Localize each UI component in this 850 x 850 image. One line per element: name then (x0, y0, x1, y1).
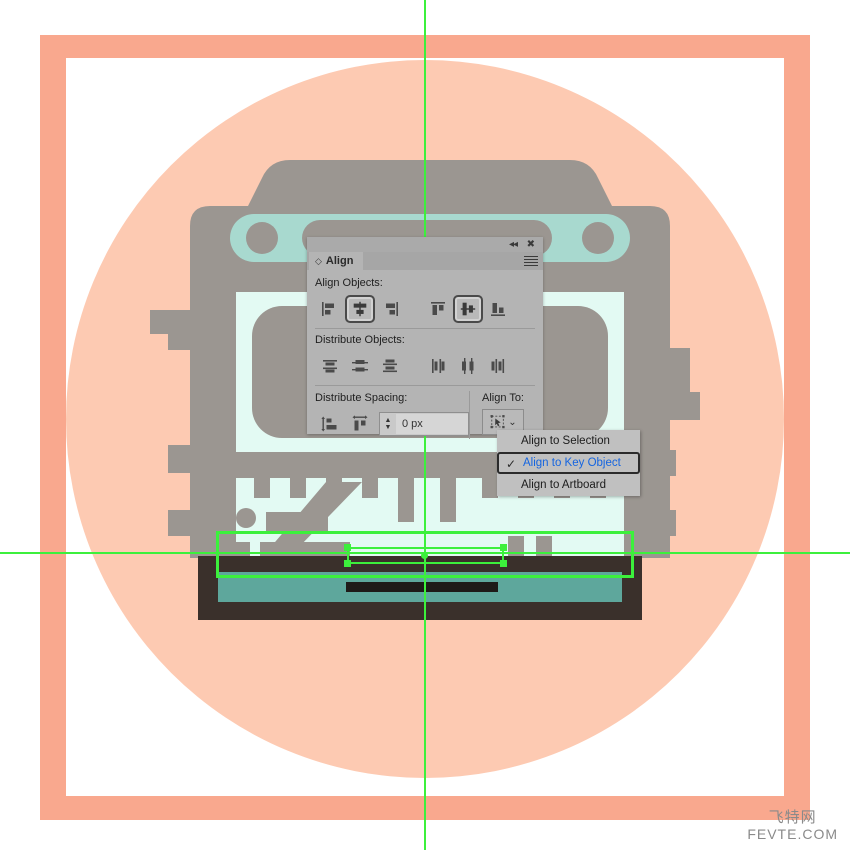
menu-item-align-to-selection[interactable]: Align to Selection (497, 430, 640, 452)
selection-anchor-top-left[interactable] (344, 544, 351, 551)
spacing-stepper[interactable]: ▲ ▼ 0 px (379, 412, 469, 436)
divider-1 (315, 328, 535, 329)
vertical-distribute-top-button[interactable] (315, 352, 345, 380)
dist-hcenter-icon (462, 358, 474, 374)
distribute-spacing-row: ▲ ▼ 0 px (315, 409, 469, 439)
menu-item-label: Align to Artboard (521, 479, 607, 491)
vertical-distribute-bottom-button[interactable] (375, 352, 405, 380)
selection-anchor-top-right[interactable] (500, 544, 507, 551)
dist-left-icon (432, 359, 445, 373)
selection-anchor-bottom-left[interactable] (344, 560, 351, 567)
selection-anchor-bottom-right[interactable] (500, 560, 507, 567)
dist-right-icon (491, 359, 505, 373)
panel-titlebar: ◂◂ ✖ (307, 237, 543, 252)
menu-item-align-to-key-object[interactable]: ✓ Align to Key Object (497, 452, 640, 474)
hspace-icon (352, 415, 368, 431)
horizontal-distribute-left-button[interactable] (423, 352, 453, 380)
align-to-dropdown-menu[interactable]: Align to Selection ✓ Align to Key Object… (497, 430, 640, 496)
align-objects-row (315, 294, 535, 324)
vertical-align-bottom-button[interactable] (483, 295, 513, 323)
stepper-arrows[interactable]: ▲ ▼ (380, 417, 396, 431)
distribute-objects-label: Distribute Objects: (315, 334, 405, 346)
align-right-icon (386, 302, 398, 316)
stepper-down-icon[interactable]: ▼ (385, 424, 392, 431)
align-vcenter-icon (460, 302, 476, 316)
align-panel[interactable]: ◂◂ ✖ ◇ Align Align Objects: Distribute O… (307, 237, 543, 439)
menu-item-label: Align to Selection (521, 435, 610, 447)
dist-bottom-icon (383, 359, 397, 373)
panel-tab-row: ◇ Align (307, 252, 543, 270)
distribute-spacing-label: Distribute Spacing: (315, 392, 408, 404)
spacing-value-input[interactable]: 0 px (396, 414, 468, 434)
horizontal-distribute-center-button[interactable] (453, 352, 483, 380)
chevron-down-icon[interactable]: ⌄ (508, 417, 516, 428)
watermark-cn: 飞特网 (768, 808, 817, 826)
horizontal-distribute-right-button[interactable] (483, 352, 513, 380)
vertical-align-center-button[interactable] (453, 295, 483, 323)
align-top-icon (431, 302, 445, 315)
dist-top-icon (323, 360, 337, 373)
align-bottom-icon (491, 303, 505, 316)
collapse-double-left-icon[interactable]: ◂◂ (509, 238, 518, 251)
selection-center-point[interactable] (421, 552, 428, 559)
watermark-en: FEVTE.COM (747, 825, 838, 842)
vertical-distribute-space-button[interactable] (315, 410, 345, 438)
horizontal-align-right-button[interactable] (375, 295, 405, 323)
check-icon: ✓ (506, 457, 517, 471)
tab-align-label: Align (325, 255, 354, 267)
vspace-icon (321, 416, 337, 432)
tab-align[interactable]: ◇ Align (309, 252, 364, 270)
panel-body: Align Objects: Distribute Objects: Distr… (307, 270, 543, 439)
vertical-distribute-center-button[interactable] (345, 352, 375, 380)
horizontal-align-left-button[interactable] (315, 295, 345, 323)
stepper-up-icon[interactable]: ▲ (385, 417, 392, 424)
align-hcenter-icon (353, 301, 367, 317)
distribute-objects-row (315, 351, 535, 381)
align-left-icon (322, 302, 334, 316)
horizontal-distribute-space-button[interactable] (345, 410, 375, 438)
menu-item-label: Align to Key Object (523, 457, 621, 469)
divider-2 (315, 385, 535, 386)
horizontal-align-center-button[interactable] (345, 295, 375, 323)
align-objects-label: Align Objects: (315, 277, 383, 289)
watermark: 飞特网 FEVTE.COM (747, 809, 838, 842)
align-to-key-object-icon (490, 415, 505, 429)
diamond-toggle-icon[interactable]: ◇ (315, 256, 322, 267)
close-icon[interactable]: ✖ (527, 238, 535, 251)
vertical-align-top-button[interactable] (423, 295, 453, 323)
dist-vcenter-icon (352, 360, 368, 372)
panel-menu-icon[interactable] (524, 256, 538, 268)
align-to-label: Align To: (482, 392, 524, 404)
menu-item-align-to-artboard[interactable]: Align to Artboard (497, 474, 640, 496)
